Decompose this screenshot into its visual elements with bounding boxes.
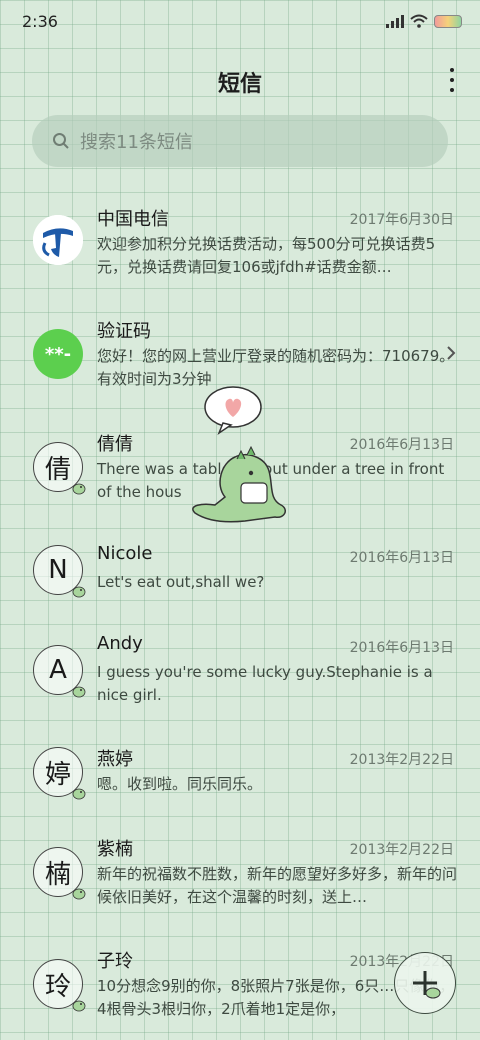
conversation-name: 子玲 (97, 951, 133, 972)
conversation-name: 紫楠 (97, 839, 133, 860)
conversation-item[interactable]: N Nicole 2016年6月13日 Let's eat out,shall … (0, 531, 480, 621)
search-input[interactable]: 搜索11条短信 (32, 115, 448, 167)
conversation-preview: Let's eat out,shall we? (97, 573, 265, 591)
mini-dinosaur-icon (72, 1000, 86, 1012)
avatar-text: 婷 (44, 759, 71, 790)
conversation-preview: 欢迎参加积分兑换话费活动，每500分可兑换话费5元，兑换话费请回复106或jfd… (97, 235, 436, 276)
conversation-name: Andy (97, 633, 143, 654)
header: 短信 (0, 60, 480, 100)
mini-dinosaur-icon (72, 483, 86, 495)
avatar: N (33, 545, 86, 598)
mini-dinosaur-icon (72, 586, 86, 598)
mini-dinosaur-icon (72, 788, 86, 800)
avatar: 倩 (33, 442, 86, 495)
conversation-item[interactable]: 楠 紫楠 2013年2月22日 新年的祝福数不胜数，新年的愿望好多好多，新年的问… (0, 823, 480, 935)
mini-dinosaur-icon (72, 888, 86, 900)
telecom-logo-avatar (33, 215, 83, 265)
avatar-text: 玲 (44, 971, 71, 1002)
battery-icon (434, 14, 462, 28)
conversation-item[interactable]: 婷 燕婷 2013年2月22日 嗯。收到啦。同乐同乐。 (0, 733, 480, 823)
avatar-text: N (48, 555, 68, 585)
conversation-name: 验证码 (97, 321, 151, 342)
avatar: 婷 (33, 747, 86, 800)
compose-button[interactable] (394, 952, 456, 1014)
conversation-item[interactable]: 中国电信 2017年6月30日 欢迎参加积分兑换话费活动，每500分可兑换话费5… (0, 193, 480, 305)
conversation-date: 2016年6月13日 (349, 640, 454, 656)
search-placeholder: 搜索11条短信 (80, 132, 193, 153)
dinosaur-heart-sticker (192, 386, 286, 523)
avatar-text: 倩 (44, 454, 71, 485)
search-icon (53, 133, 69, 149)
conversation-date: 2016年6月13日 (349, 550, 454, 566)
mini-dinosaur-icon (72, 686, 86, 698)
avatar-text: **- (44, 343, 72, 365)
avatar-text: 楠 (44, 859, 71, 890)
avatar: 玲 (33, 959, 86, 1012)
wifi-icon (410, 14, 428, 28)
avatar: A (33, 645, 86, 698)
conversation-preview: 新年的祝福数不胜数，新年的愿望好多好多，新年的问候依旧美好，在这个温馨的时刻，送… (97, 865, 458, 906)
more-vert-icon[interactable] (448, 68, 456, 92)
verification-avatar: **- (33, 329, 83, 379)
conversation-date: 2013年2月22日 (349, 752, 454, 768)
signal-icon (386, 14, 404, 28)
conversation-preview: I guess you're some lucky guy.Stephanie … (97, 663, 433, 704)
avatar: 楠 (33, 847, 86, 900)
status-icons (386, 14, 462, 28)
conversation-name: 燕婷 (97, 749, 133, 770)
chevron-right-icon[interactable] (446, 345, 456, 361)
plus-icon (413, 971, 441, 999)
conversation-date: 2016年6月13日 (349, 437, 454, 453)
page-title: 短信 (217, 72, 262, 97)
conversation-name: 倩倩 (97, 434, 133, 455)
status-bar: 2:36 (0, 0, 480, 44)
conversation-date: 2013年2月22日 (349, 842, 454, 858)
conversation-name: 中国电信 (97, 209, 169, 230)
conversation-preview: 嗯。收到啦。同乐同乐。 (97, 775, 263, 793)
conversation-date: 2017年6月30日 (349, 212, 454, 228)
status-time: 2:36 (22, 12, 58, 31)
conversation-item[interactable]: A Andy 2016年6月13日 I guess you're some lu… (0, 621, 480, 733)
conversation-name: Nicole (97, 543, 153, 564)
avatar-text: A (49, 655, 67, 685)
